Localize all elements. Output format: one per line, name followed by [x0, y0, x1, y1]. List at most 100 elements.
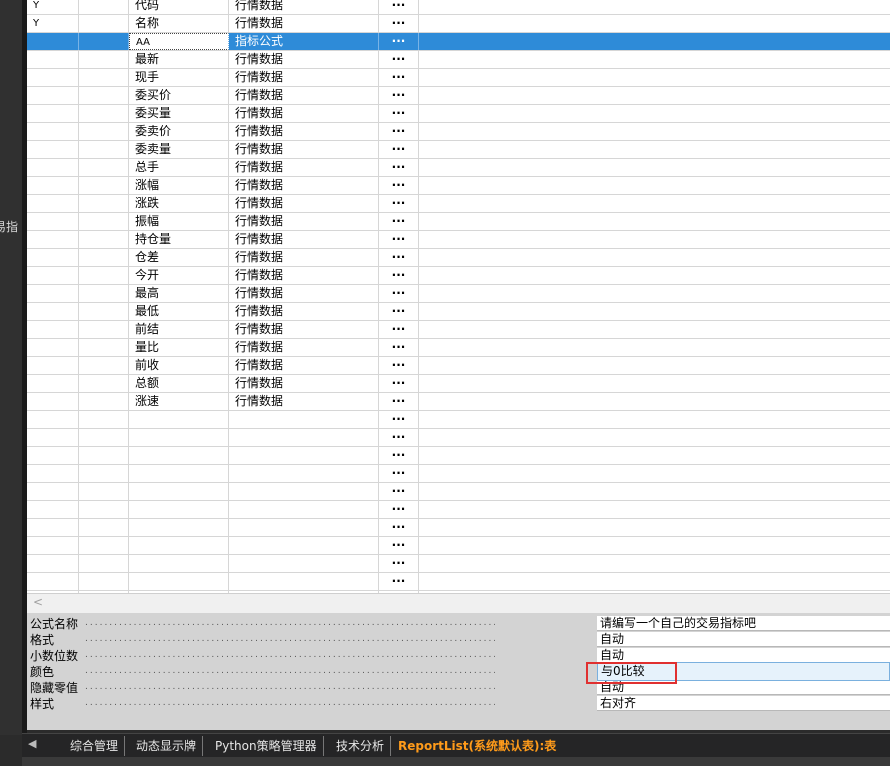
field-name-cell[interactable]: 持仓量	[129, 231, 229, 248]
field-name-cell[interactable]	[129, 519, 229, 536]
ellipsis-button[interactable]: ···	[379, 267, 419, 284]
table-row[interactable]: ···	[27, 465, 890, 483]
table-row[interactable]: ···	[27, 519, 890, 537]
tab-item[interactable]: 技术分析	[330, 736, 392, 756]
ellipsis-button[interactable]: ···	[379, 339, 419, 356]
field-name-cell[interactable]: 量比	[129, 339, 229, 356]
tab-item[interactable]: Python策略管理器	[209, 736, 324, 756]
ellipsis-button[interactable]: ···	[379, 177, 419, 194]
table-row[interactable]: 最低 行情数据 ···	[27, 303, 890, 321]
property-value-field[interactable]: 自动	[597, 632, 890, 647]
ellipsis-button[interactable]: ···	[379, 447, 419, 464]
field-name-cell[interactable]	[129, 483, 229, 500]
field-name-cell[interactable]: 涨幅	[129, 177, 229, 194]
field-name-cell[interactable]	[129, 465, 229, 482]
ellipsis-button[interactable]: ···	[379, 429, 419, 446]
property-value-field[interactable]: 与0比较	[597, 662, 890, 681]
table-row[interactable]: 最高 行情数据 ···	[27, 285, 890, 303]
field-name-cell[interactable]: 最新	[129, 51, 229, 68]
field-name-cell[interactable]: 前结	[129, 321, 229, 338]
field-name-cell[interactable]	[129, 447, 229, 464]
table-row[interactable]: Y 代码 行情数据 ···	[27, 0, 890, 15]
field-name-cell[interactable]: 振幅	[129, 213, 229, 230]
field-name-cell[interactable]: 名称	[129, 15, 229, 32]
field-name-cell[interactable]	[129, 429, 229, 446]
property-value-field[interactable]: 自动	[597, 648, 890, 663]
field-name-cell[interactable]: 现手	[129, 69, 229, 86]
property-value-field[interactable]: 自动	[597, 680, 890, 695]
table-row[interactable]: 前收 行情数据 ···	[27, 357, 890, 375]
ellipsis-button[interactable]: ···	[379, 249, 419, 266]
table-row[interactable]: ···	[27, 447, 890, 465]
field-name-cell[interactable]: 涨速	[129, 393, 229, 410]
ellipsis-button[interactable]: ···	[379, 519, 419, 536]
ellipsis-button[interactable]: ···	[379, 33, 419, 50]
field-name-cell[interactable]: 前收	[129, 357, 229, 374]
ellipsis-button[interactable]: ···	[379, 105, 419, 122]
table-row[interactable]: 涨幅 行情数据 ···	[27, 177, 890, 195]
ellipsis-button[interactable]: ···	[379, 465, 419, 482]
table-row[interactable]: Y 名称 行情数据 ···	[27, 15, 890, 33]
field-name-cell[interactable]: AA	[129, 33, 229, 50]
field-name-cell[interactable]	[129, 411, 229, 428]
field-name-cell[interactable]: 仓差	[129, 249, 229, 266]
field-name-cell[interactable]: 涨跌	[129, 195, 229, 212]
table-row[interactable]: 委卖量 行情数据 ···	[27, 141, 890, 159]
field-name-cell[interactable]: 总手	[129, 159, 229, 176]
table-row[interactable]: 总手 行情数据 ···	[27, 159, 890, 177]
table-row[interactable]: ···	[27, 555, 890, 573]
horizontal-scrollbar[interactable]: <	[27, 593, 890, 613]
field-name-cell[interactable]: 委卖价	[129, 123, 229, 140]
field-name-cell[interactable]	[129, 573, 229, 590]
field-name-cell[interactable]	[129, 537, 229, 554]
ellipsis-button[interactable]: ···	[379, 411, 419, 428]
ellipsis-button[interactable]: ···	[379, 213, 419, 230]
field-name-cell[interactable]: 代码	[129, 0, 229, 14]
field-name-cell[interactable]: 总额	[129, 375, 229, 392]
property-value-field[interactable]: 请编写一个自己的交易指标吧	[597, 616, 890, 631]
ellipsis-button[interactable]: ···	[379, 393, 419, 410]
tab-scroll-left-icon[interactable]: ◀	[28, 737, 36, 750]
table-row[interactable]: AA 指标公式 ···	[27, 33, 890, 51]
table-row[interactable]: ···	[27, 429, 890, 447]
field-name-cell[interactable]: 今开	[129, 267, 229, 284]
table-row[interactable]: ···	[27, 411, 890, 429]
ellipsis-button[interactable]: ···	[379, 303, 419, 320]
table-row[interactable]: 最新 行情数据 ···	[27, 51, 890, 69]
field-name-cell[interactable]	[129, 501, 229, 518]
ellipsis-button[interactable]: ···	[379, 483, 419, 500]
ellipsis-button[interactable]: ···	[379, 159, 419, 176]
field-name-cell[interactable]	[129, 555, 229, 572]
ellipsis-button[interactable]: ···	[379, 195, 419, 212]
table-row[interactable]: 委买量 行情数据 ···	[27, 105, 890, 123]
ellipsis-button[interactable]: ···	[379, 357, 419, 374]
table-row[interactable]: 仓差 行情数据 ···	[27, 249, 890, 267]
ellipsis-button[interactable]: ···	[379, 69, 419, 86]
field-name-cell[interactable]: 委卖量	[129, 141, 229, 158]
field-name-cell[interactable]: 委买量	[129, 105, 229, 122]
table-row[interactable]: ···	[27, 483, 890, 501]
table-row[interactable]: 总额 行情数据 ···	[27, 375, 890, 393]
table-row[interactable]: 现手 行情数据 ···	[27, 69, 890, 87]
ellipsis-button[interactable]: ···	[379, 321, 419, 338]
table-row[interactable]: 涨跌 行情数据 ···	[27, 195, 890, 213]
ellipsis-button[interactable]: ···	[379, 375, 419, 392]
tab-item[interactable]: ReportList(系统默认表):表	[392, 736, 562, 756]
ellipsis-button[interactable]: ···	[379, 555, 419, 572]
ellipsis-button[interactable]: ···	[379, 141, 419, 158]
scroll-left-arrow-icon[interactable]: <	[33, 595, 43, 609]
table-row[interactable]: 持仓量 行情数据 ···	[27, 231, 890, 249]
field-name-cell[interactable]: 最高	[129, 285, 229, 302]
table-row[interactable]: 前结 行情数据 ···	[27, 321, 890, 339]
ellipsis-button[interactable]: ···	[379, 537, 419, 554]
ellipsis-button[interactable]: ···	[379, 501, 419, 518]
table-row[interactable]: 量比 行情数据 ···	[27, 339, 890, 357]
table-row[interactable]: ···	[27, 537, 890, 555]
table-row[interactable]: 涨速 行情数据 ···	[27, 393, 890, 411]
table-row[interactable]: 振幅 行情数据 ···	[27, 213, 890, 231]
table-row[interactable]: 今开 行情数据 ···	[27, 267, 890, 285]
ellipsis-button[interactable]: ···	[379, 51, 419, 68]
table-row[interactable]: 委卖价 行情数据 ···	[27, 123, 890, 141]
table-row[interactable]: ···	[27, 501, 890, 519]
field-name-cell[interactable]: 委买价	[129, 87, 229, 104]
